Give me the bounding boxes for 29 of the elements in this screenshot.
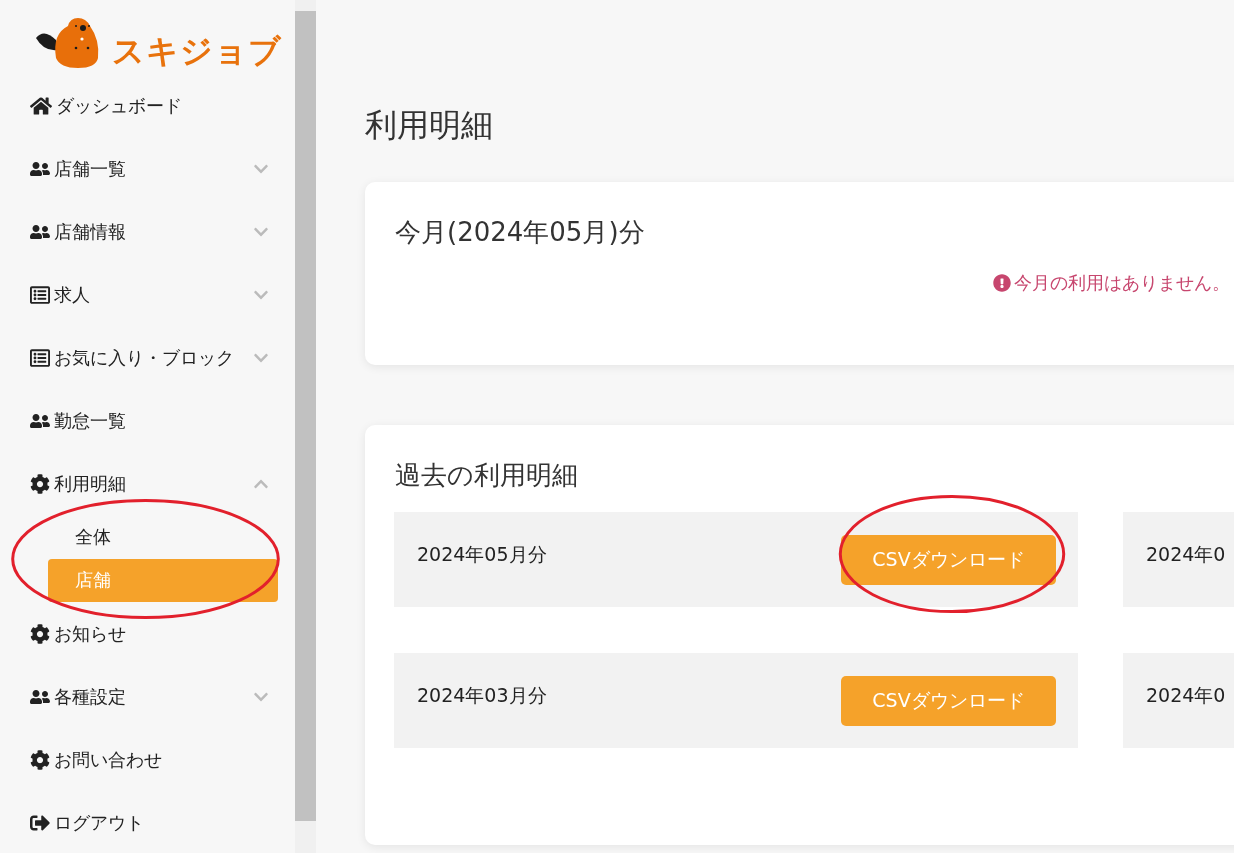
sidebar-item[interactable]: お知らせ (0, 602, 295, 665)
list-icon (30, 347, 50, 368)
page-title: 利用明細 (365, 105, 494, 146)
card-title: 今月(2024年05月)分 (395, 216, 646, 249)
card-title: 過去の利用明細 (395, 459, 579, 492)
month-label: 2024年03月分 (417, 683, 547, 708)
sidebar-item[interactable]: 求人 (0, 263, 295, 326)
no-usage-message: 今月の利用はありません。 (993, 271, 1230, 295)
gear-icon (30, 623, 50, 644)
list-icon (30, 284, 50, 305)
month-label: 2024年0 (1146, 683, 1226, 708)
sidebar-item[interactable]: ログアウト (0, 791, 295, 853)
scrollbar[interactable] (295, 0, 316, 853)
sidebar-item[interactable]: お気に入り・ブロック (0, 326, 295, 389)
sidebar-item[interactable]: 店舗一覧 (0, 137, 295, 200)
logo-text: スキジョブ (112, 31, 282, 72)
sidebar-item[interactable]: 勤怠一覧 (0, 389, 295, 452)
gear-icon (30, 473, 50, 494)
sidebar-item[interactable]: 各種設定 (0, 665, 295, 728)
sidebar-item[interactable]: お問い合わせ (0, 728, 295, 791)
alert-icon (993, 274, 1011, 292)
sidebar-item[interactable]: 店舗情報 (0, 200, 295, 263)
sidebar-item[interactable]: ダッシュボード (0, 74, 295, 137)
home-icon (30, 94, 52, 117)
gear-icon (30, 749, 50, 770)
sidebar-item[interactable]: 利用明細 (0, 452, 295, 515)
month-label: 2024年05月分 (417, 542, 547, 567)
submenu-item[interactable]: 全体 (48, 515, 278, 559)
month-label: 2024年0 (1146, 542, 1226, 567)
